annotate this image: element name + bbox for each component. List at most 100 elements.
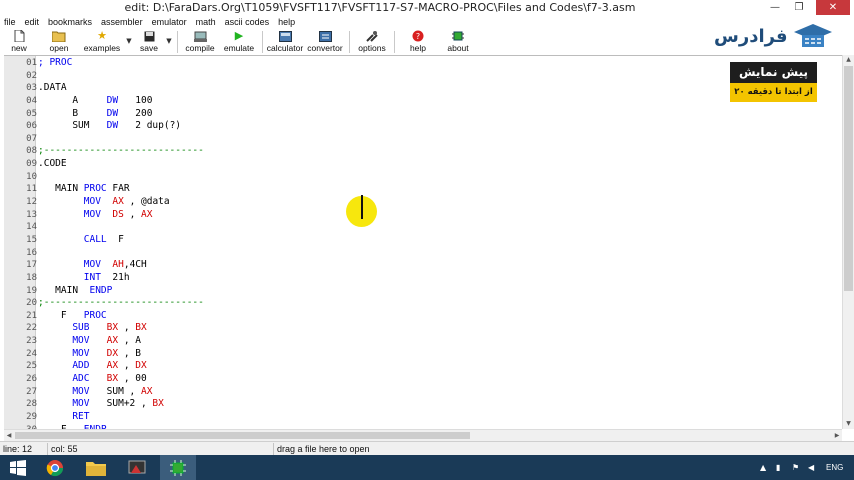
code-line[interactable]: 14	[26, 221, 838, 234]
app-window-icon	[128, 460, 146, 473]
code-line[interactable]: 24 MOV DX , B	[26, 348, 838, 361]
menu-edit[interactable]: edit	[25, 17, 40, 27]
code-line[interactable]: 20 ;----------------------------	[26, 297, 838, 310]
close-button[interactable]: ✕	[816, 0, 850, 15]
code-token: ADC	[72, 373, 90, 385]
start-button[interactable]	[0, 455, 36, 480]
vertical-scroll-thumb[interactable]	[844, 66, 853, 291]
code-line[interactable]: 09 .CODE	[26, 158, 838, 171]
tray-chevron-icon[interactable]: ▲	[760, 463, 766, 472]
emulate-label: emulate	[223, 43, 255, 53]
tray-volume-icon[interactable]: ◀	[808, 463, 814, 472]
play-icon: ▶	[234, 29, 244, 42]
code-line[interactable]: 07	[26, 133, 838, 146]
status-col: col: 55	[48, 443, 274, 455]
save-dropdown-icon[interactable]: ▼	[164, 37, 174, 45]
maximize-button[interactable]: ❐	[788, 0, 810, 15]
code-line[interactable]: 29 RET	[26, 411, 838, 424]
tray-flag-icon[interactable]: ⚑	[792, 463, 799, 472]
examples-dropdown-icon[interactable]: ▼	[124, 37, 134, 45]
code-line[interactable]: 19 MAIN ENDP	[26, 285, 838, 298]
line-number: 20	[26, 298, 37, 309]
calculator-label: calculator	[266, 43, 304, 53]
convertor-button[interactable]: convertor	[304, 29, 346, 55]
tray-network-icon[interactable]: ▮	[776, 463, 780, 472]
horizontal-scrollbar[interactable]: ◀ ▶	[4, 429, 842, 441]
open-button[interactable]: open	[38, 29, 80, 55]
compile-button[interactable]: compile	[181, 29, 219, 55]
code-editor[interactable]: 01; PROC 02 03 .DATA 04 A DW 100 05 B DW 200 0…	[4, 55, 853, 429]
taskbar-emu8086[interactable]	[160, 455, 196, 480]
line-number: 03	[26, 83, 37, 94]
status-bar: line: 12 col: 55 drag a file here to ope…	[0, 441, 854, 455]
menu-help[interactable]: help	[278, 17, 295, 27]
code-line[interactable]: 18 INT 21h	[26, 272, 838, 285]
toolbar-divider	[394, 31, 395, 53]
code-line[interactable]: 21 F PROC	[26, 310, 838, 323]
code-line[interactable]: 05 B DW 200	[26, 108, 838, 121]
code-token: 100	[118, 94, 153, 106]
code-line[interactable]: 02	[26, 70, 838, 83]
code-token: DW	[106, 120, 119, 132]
scroll-down-icon[interactable]: ▼	[843, 419, 854, 429]
code-line[interactable]: 16	[26, 247, 838, 260]
code-line[interactable]: 25 ADD AX , DX	[26, 360, 838, 373]
code-token: DX	[135, 360, 147, 372]
emulate-button[interactable]: ▶ emulate	[219, 29, 259, 55]
menu-bookmarks[interactable]: bookmarks	[48, 17, 92, 27]
code-token: 2 dup(?)	[118, 120, 182, 132]
vertical-scrollbar[interactable]: ▲ ▼	[842, 55, 854, 429]
code-line[interactable]: 06 SUM DW 2 dup(?)	[26, 120, 838, 133]
scroll-right-icon[interactable]: ▶	[832, 430, 842, 441]
status-line: line: 12	[0, 443, 48, 455]
menu-assembler[interactable]: assembler	[101, 17, 143, 27]
menu-file[interactable]: file	[4, 17, 16, 27]
line-number: 11	[26, 184, 37, 195]
menu-math[interactable]: math	[196, 17, 216, 27]
taskbar-file-explorer[interactable]	[78, 455, 114, 480]
calculator-button[interactable]: calculator	[266, 29, 304, 55]
code-line[interactable]: 13 MOV DS , AX	[26, 209, 838, 222]
menu-emulator[interactable]: emulator	[152, 17, 187, 27]
minimize-button[interactable]: —	[764, 0, 786, 15]
code-line[interactable]: 27 MOV SUM , AX	[26, 386, 838, 399]
code-line[interactable]: 28 MOV SUM+2 , BX	[26, 398, 838, 411]
input-language[interactable]: ENG	[826, 455, 843, 480]
code-token: .CODE	[38, 158, 67, 170]
code-area[interactable]: 01; PROC 02 03 .DATA 04 A DW 100 05 B DW 200 0…	[26, 57, 838, 429]
save-button[interactable]: save	[134, 29, 164, 55]
logo-mark-icon	[793, 24, 832, 47]
options-button[interactable]: options	[353, 29, 391, 55]
new-button[interactable]: new	[0, 29, 38, 55]
taskbar-chrome[interactable]	[37, 455, 73, 480]
code-line[interactable]: 22 SUB BX , BX	[26, 322, 838, 335]
code-line[interactable]: 12 MOV AX , @data	[26, 196, 838, 209]
code-line[interactable]: 04 A DW 100	[26, 94, 838, 108]
scroll-left-icon[interactable]: ◀	[4, 430, 14, 441]
code-line[interactable]: 17 MOV AH,4CH	[26, 259, 838, 272]
menu-ascii-codes[interactable]: ascii codes	[225, 17, 270, 27]
options-label: options	[358, 43, 386, 53]
horizontal-scroll-thumb[interactable]	[15, 432, 470, 439]
code-line[interactable]: 10	[26, 171, 838, 184]
about-button[interactable]: about	[438, 29, 478, 55]
line-number: 09	[26, 159, 37, 170]
code-line[interactable]: 26 ADC BX , 00	[26, 373, 838, 386]
code-line[interactable]: 23 MOV AX , A	[26, 335, 838, 348]
code-line[interactable]: 08 ;----------------------------	[26, 145, 838, 158]
line-number: 23	[26, 336, 37, 347]
examples-button[interactable]: ★ examples	[80, 29, 124, 55]
taskbar-app[interactable]	[119, 455, 155, 480]
code-token: BX	[106, 322, 119, 334]
code-line[interactable]: 03 .DATA	[26, 82, 838, 95]
code-line[interactable]: 11 MAIN PROC FAR	[26, 183, 838, 196]
code-line[interactable]: 01; PROC	[26, 57, 838, 70]
help-button[interactable]: ? help	[398, 29, 438, 55]
code-line[interactable]: 15 CALL F	[26, 234, 838, 247]
scroll-up-icon[interactable]: ▲	[843, 55, 854, 65]
